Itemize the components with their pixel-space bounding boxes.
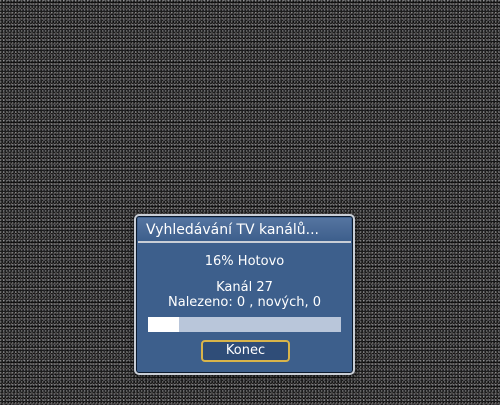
- end-button[interactable]: Konec: [201, 340, 290, 362]
- tv-screen: { "dialog": { "title": "Vyhledávání TV k…: [0, 0, 500, 405]
- channel-scan-dialog: Vyhledávání TV kanálů... 16% Hotovo Kaná…: [134, 214, 355, 375]
- progress-status-text: 16% Hotovo: [204, 254, 285, 269]
- current-channel-text: Kanál 27: [216, 280, 273, 295]
- dialog-title: Vyhledávání TV kanálů...: [138, 218, 351, 243]
- scan-progress-bar: [148, 317, 341, 332]
- scan-progress-fill: [148, 317, 179, 332]
- found-channels-text: Nalezeno: 0 , nových, 0: [168, 295, 321, 310]
